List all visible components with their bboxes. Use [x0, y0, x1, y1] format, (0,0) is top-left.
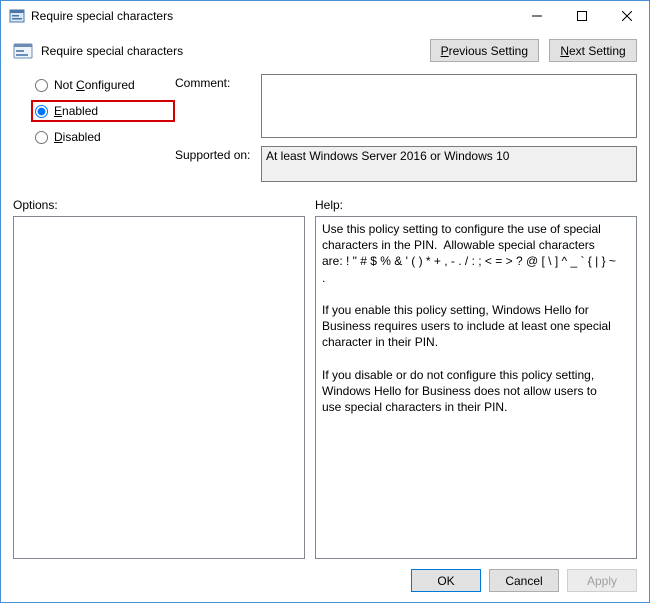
radio-disabled-label: Disabled — [54, 130, 101, 144]
help-pane[interactable]: Use this policy setting to configure the… — [315, 216, 637, 559]
options-label: Options: — [13, 198, 315, 212]
radio-disabled[interactable]: Disabled — [35, 130, 175, 144]
header-row: Require special characters Previous Sett… — [1, 31, 649, 66]
minimize-button[interactable] — [514, 1, 559, 31]
radio-enabled-label: Enabled — [54, 104, 98, 118]
state-area: Not Configured Enabled Disabled Comment:… — [1, 66, 649, 182]
radio-enabled-input[interactable] — [35, 105, 48, 118]
fields-column: Comment: Supported on: At least Windows … — [175, 74, 637, 182]
next-setting-button[interactable]: Next Setting — [549, 39, 637, 62]
close-button[interactable] — [604, 1, 649, 31]
radio-not-configured-label: Not Configured — [54, 78, 135, 92]
comment-input[interactable] — [261, 74, 637, 138]
policy-title: Require special characters — [41, 44, 430, 58]
comment-row: Comment: — [175, 74, 637, 138]
radio-enabled[interactable]: Enabled — [31, 100, 175, 122]
previous-setting-button[interactable]: Previous Setting — [430, 39, 539, 62]
maximize-button[interactable] — [559, 1, 604, 31]
supported-row: Supported on: At least Windows Server 20… — [175, 146, 637, 182]
supported-label: Supported on: — [175, 146, 261, 182]
dialog-window: Require special characters Require speci… — [0, 0, 650, 603]
radio-disabled-input[interactable] — [35, 131, 48, 144]
radio-not-configured-input[interactable] — [35, 79, 48, 92]
supported-value: At least Windows Server 2016 or Windows … — [261, 146, 637, 182]
window-title: Require special characters — [31, 9, 514, 23]
cancel-button[interactable]: Cancel — [489, 569, 559, 592]
apply-button[interactable]: Apply — [567, 569, 637, 592]
help-label: Help: — [315, 198, 343, 212]
dialog-footer: OK Cancel Apply — [1, 559, 649, 602]
panes-body: Use this policy setting to configure the… — [1, 216, 649, 559]
options-pane — [13, 216, 305, 559]
ok-button[interactable]: OK — [411, 569, 481, 592]
comment-label: Comment: — [175, 74, 261, 138]
panes-header: Options: Help: — [1, 182, 649, 216]
nav-buttons: Previous Setting Next Setting — [430, 39, 637, 62]
state-radio-group: Not Configured Enabled Disabled — [35, 74, 175, 182]
policy-window-icon — [9, 8, 25, 24]
policy-icon — [13, 41, 33, 61]
titlebar: Require special characters — [1, 1, 649, 31]
radio-not-configured[interactable]: Not Configured — [35, 78, 175, 92]
